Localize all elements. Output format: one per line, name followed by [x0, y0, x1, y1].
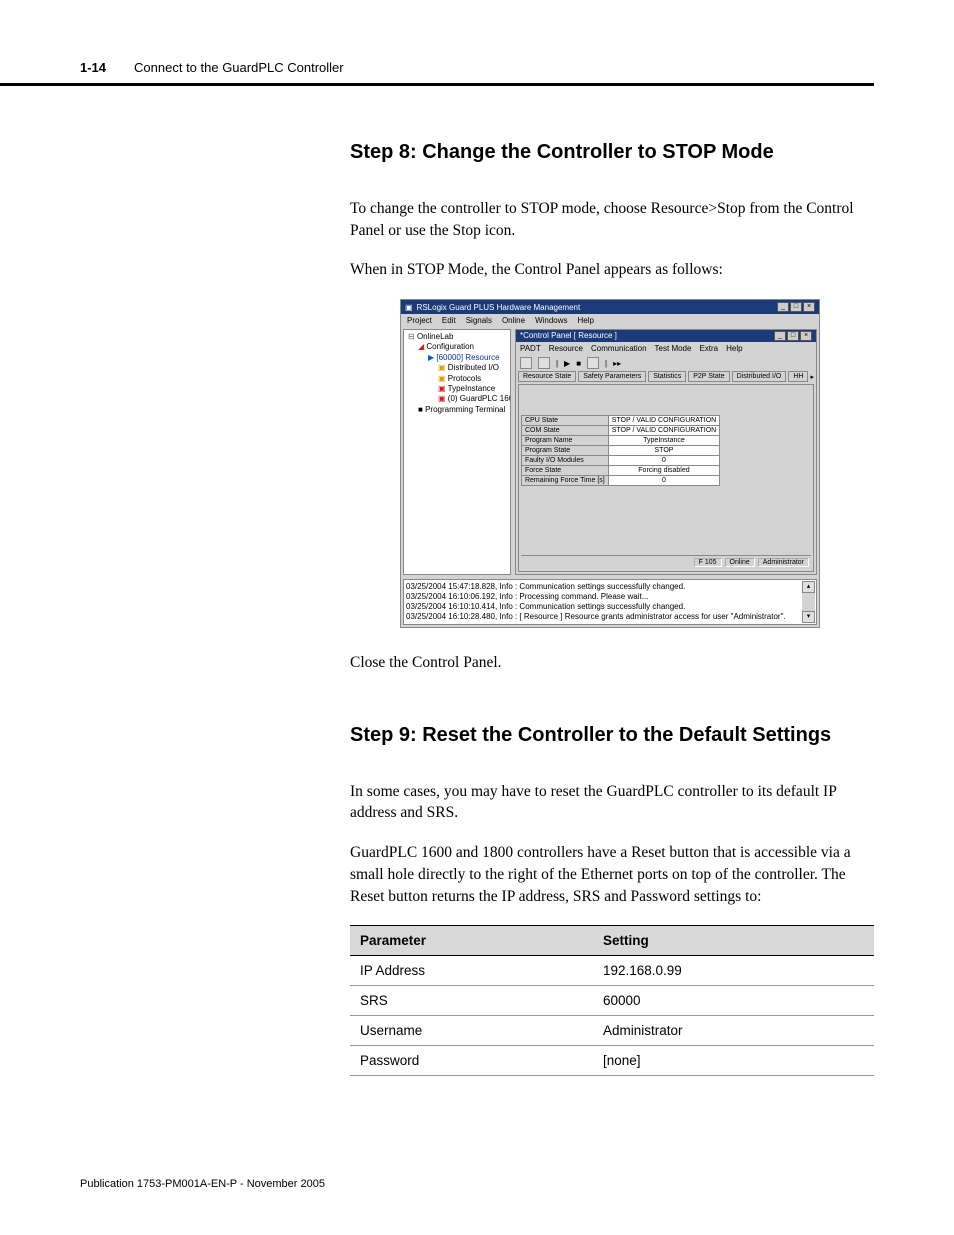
tree-resource[interactable]: [60000] Resource — [406, 353, 508, 363]
toolbar-icon-3[interactable] — [587, 357, 599, 369]
table-row: UsernameAdministrator — [350, 1016, 874, 1046]
window-controls: _ □ × — [777, 302, 815, 312]
stop-icon[interactable]: ■ — [576, 359, 581, 368]
titlebar-text: RSLogix Guard PLUS Hardware Management — [417, 303, 581, 312]
cp-menu-help[interactable]: Help — [726, 344, 742, 353]
cp-menu-resource[interactable]: Resource — [549, 344, 583, 353]
control-panel-tabs: Resource State Safety Parameters Statist… — [516, 371, 816, 382]
scroll-down-icon[interactable]: ▾ — [802, 611, 815, 623]
row-program-state: Program StateSTOP — [521, 446, 719, 456]
cp-menu-extra[interactable]: Extra — [699, 344, 718, 353]
table-row: Password[none] — [350, 1046, 874, 1076]
log-scrollbar[interactable]: ▴ ▾ — [802, 581, 815, 623]
step9-p2: GuardPLC 1600 and 1800 controllers have … — [350, 842, 874, 907]
control-panel-window: *Control Panel [ Resource ] _ □ × PADT R… — [515, 329, 817, 575]
col-setting: Setting — [593, 926, 874, 956]
content-area: Step 8: Change the Controller to STOP Mo… — [350, 141, 874, 1076]
tree-distributed-io[interactable]: Distributed I/O — [406, 363, 508, 373]
scroll-up-icon[interactable]: ▴ — [802, 581, 815, 593]
cp-close-button[interactable]: × — [800, 331, 812, 341]
minimize-button[interactable]: _ — [777, 302, 789, 312]
toolbar-icon-1[interactable] — [520, 357, 532, 369]
row-com-state: COM StateSTOP / VALID CONFIGURATION — [521, 426, 719, 436]
row-cpu-state: CPU StateSTOP / VALID CONFIGURATION — [521, 416, 719, 426]
tab-scroll-right-icon[interactable]: ▸ — [810, 373, 814, 381]
step8-close: Close the Control Panel. — [350, 652, 874, 674]
tree-configuration[interactable]: Configuration — [406, 342, 508, 352]
cp-menu-test-mode[interactable]: Test Mode — [655, 344, 692, 353]
status-online: Online — [725, 558, 755, 567]
titlebar: ▣ RSLogix Guard PLUS Hardware Management… — [401, 300, 819, 314]
step9-heading: Step 9: Reset the Controller to the Defa… — [350, 724, 874, 747]
step9-p1: In some cases, you may have to reset the… — [350, 781, 874, 824]
separator: | — [556, 359, 558, 368]
menu-signals[interactable]: Signals — [466, 316, 492, 325]
tree-typeinstance[interactable]: TypeInstance — [406, 384, 508, 394]
project-tree: OnlineLab Configuration [60000] Resource… — [403, 329, 511, 575]
log-line: 03/25/2004 15:47:18.828, Info : Communic… — [406, 582, 814, 592]
tab-distributed-io[interactable]: Distributed I/O — [732, 371, 787, 382]
tab-safety-parameters[interactable]: Safety Parameters — [578, 371, 646, 382]
app-icon: ▣ — [405, 303, 413, 312]
row-faulty-io: Faulty I/O Modules0 — [521, 456, 719, 466]
step8-heading: Step 8: Change the Controller to STOP Mo… — [350, 141, 874, 164]
tab-resource-state[interactable]: Resource State — [518, 371, 576, 382]
row-remaining-force: Remaining Force Time [s]0 — [521, 476, 719, 486]
tree-protocols[interactable]: Protocols — [406, 374, 508, 384]
control-panel-titlebar: *Control Panel [ Resource ] _ □ × — [516, 330, 816, 342]
table-row: IP Address192.168.0.99 — [350, 956, 874, 986]
step8-p1: To change the controller to STOP mode, c… — [350, 198, 874, 241]
publication-footer: Publication 1753-PM001A-EN-P - November … — [80, 1178, 325, 1190]
row-force-state: Force StateForcing disabled — [521, 466, 719, 476]
cp-maximize-button[interactable]: □ — [787, 331, 799, 341]
status-f: F 105 — [694, 558, 722, 567]
maximize-button[interactable]: □ — [790, 302, 802, 312]
cp-menu-padt[interactable]: PADT — [520, 344, 541, 353]
cp-minimize-button[interactable]: _ — [774, 331, 786, 341]
table-row: SRS60000 — [350, 986, 874, 1016]
menu-project[interactable]: Project — [407, 316, 432, 325]
control-panel-statusbar: F 105 Online Administrator — [521, 555, 811, 569]
header-title: Connect to the GuardPLC Controller — [134, 60, 344, 75]
col-parameter: Parameter — [350, 926, 593, 956]
row-program-name: Program NameTypeInstance — [521, 436, 719, 446]
app-menubar: Project Edit Signals Online Windows Help — [401, 314, 819, 327]
tab-statistics[interactable]: Statistics — [648, 371, 686, 382]
page-number: 1-14 — [80, 60, 106, 75]
tab-p2p-state[interactable]: P2P State — [688, 371, 729, 382]
resource-state-panel: CPU StateSTOP / VALID CONFIGURATION COM … — [518, 384, 814, 572]
control-panel-toolbar: | ▶ ■ | ▸▸ — [516, 355, 816, 371]
menu-edit[interactable]: Edit — [442, 316, 456, 325]
reset-parameters-table: Parameter Setting IP Address192.168.0.99… — [350, 925, 874, 1076]
cp-menu-communication[interactable]: Communication — [591, 344, 647, 353]
log-line: 03/25/2004 16:10:28.480, Info : [ Resour… — [406, 612, 814, 622]
control-panel-menubar: PADT Resource Communication Test Mode Ex… — [516, 342, 816, 355]
toolbar-icon-2[interactable] — [538, 357, 550, 369]
step8-p2: When in STOP Mode, the Control Panel app… — [350, 259, 874, 281]
forward-icon[interactable]: ▸▸ — [613, 359, 621, 368]
log-line: 03/25/2004 16:10:10.414, Info : Communic… — [406, 602, 814, 612]
separator2: | — [605, 359, 607, 368]
tree-root[interactable]: OnlineLab — [406, 332, 508, 342]
menu-help[interactable]: Help — [578, 316, 594, 325]
state-table: CPU StateSTOP / VALID CONFIGURATION COM … — [521, 415, 720, 486]
status-user: Administrator — [758, 558, 809, 567]
menu-online[interactable]: Online — [502, 316, 525, 325]
tree-programming-terminal[interactable]: Programming Terminal — [406, 405, 508, 415]
menu-windows[interactable]: Windows — [535, 316, 567, 325]
play-icon[interactable]: ▶ — [564, 359, 570, 368]
tab-hh[interactable]: HH — [788, 371, 808, 382]
hardware-management-screenshot: ▣ RSLogix Guard PLUS Hardware Management… — [400, 299, 820, 628]
log-line: 03/25/2004 16:10:06.192, Info : Processi… — [406, 592, 814, 602]
control-panel-title: *Control Panel [ Resource ] — [520, 331, 617, 341]
log-panel: 03/25/2004 15:47:18.828, Info : Communic… — [403, 579, 817, 625]
tree-guardplc[interactable]: (0) GuardPLC 1600 — [406, 394, 508, 404]
close-button[interactable]: × — [803, 302, 815, 312]
page-header: 1-14 Connect to the GuardPLC Controller — [0, 0, 874, 86]
